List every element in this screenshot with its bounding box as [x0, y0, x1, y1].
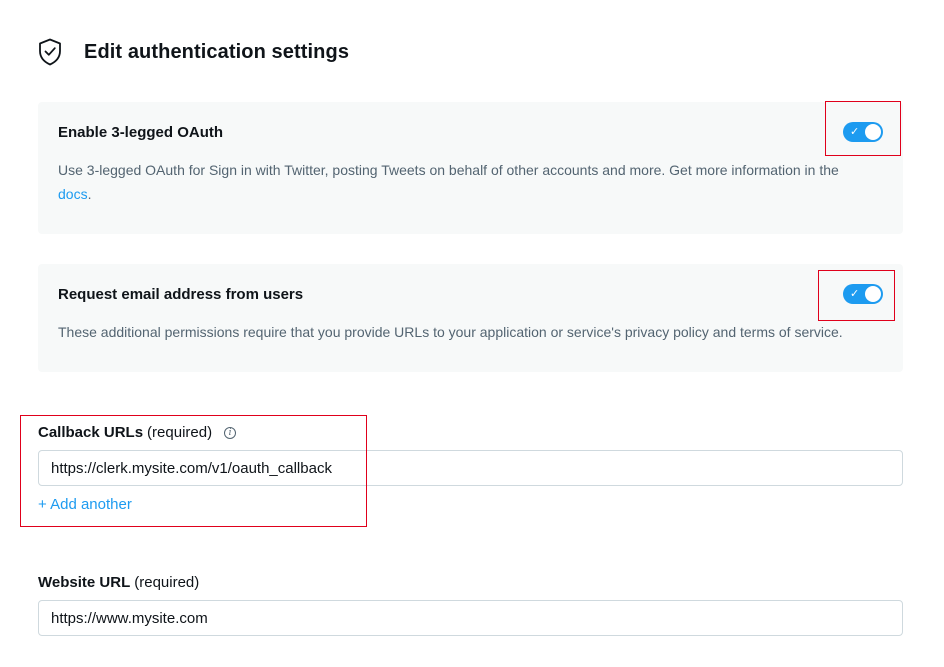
page-title: Edit authentication settings [84, 40, 350, 63]
page-header: Edit authentication settings [38, 38, 349, 66]
oauth-card: Enable 3-legged OAuth Use 3-legged OAuth… [38, 102, 903, 234]
callback-url-input[interactable] [38, 450, 903, 486]
website-url-input[interactable] [38, 600, 903, 636]
shield-check-icon [39, 38, 61, 66]
toggle-knob [865, 286, 881, 302]
website-label: Website URL (required) [38, 574, 199, 591]
callback-required-text: (required) [147, 424, 213, 441]
add-another-link[interactable]: + Add another [38, 496, 132, 513]
callback-label-text: Callback URLs [38, 424, 144, 441]
email-toggle[interactable]: ✓ [843, 284, 883, 304]
oauth-title: Enable 3-legged OAuth [58, 124, 224, 141]
docs-link[interactable]: docs [58, 186, 88, 202]
website-label-text: Website URL [38, 574, 131, 591]
email-description: These additional permissions require tha… [58, 324, 843, 340]
oauth-description-suffix: . [87, 186, 92, 202]
oauth-toggle[interactable]: ✓ [843, 122, 883, 142]
check-icon: ✓ [850, 126, 860, 138]
toggle-knob [865, 124, 881, 140]
oauth-description: Use 3-legged OAuth for Sign in with Twit… [58, 158, 858, 206]
callback-label: Callback URLs (required) i [38, 424, 237, 441]
info-icon[interactable]: i [224, 426, 237, 439]
email-title: Request email address from users [58, 286, 304, 303]
email-card: Request email address from users These a… [38, 264, 903, 372]
oauth-description-text: Use 3-legged OAuth for Sign in with Twit… [58, 162, 839, 178]
check-icon: ✓ [850, 288, 860, 300]
website-required-text: (required) [134, 574, 200, 591]
